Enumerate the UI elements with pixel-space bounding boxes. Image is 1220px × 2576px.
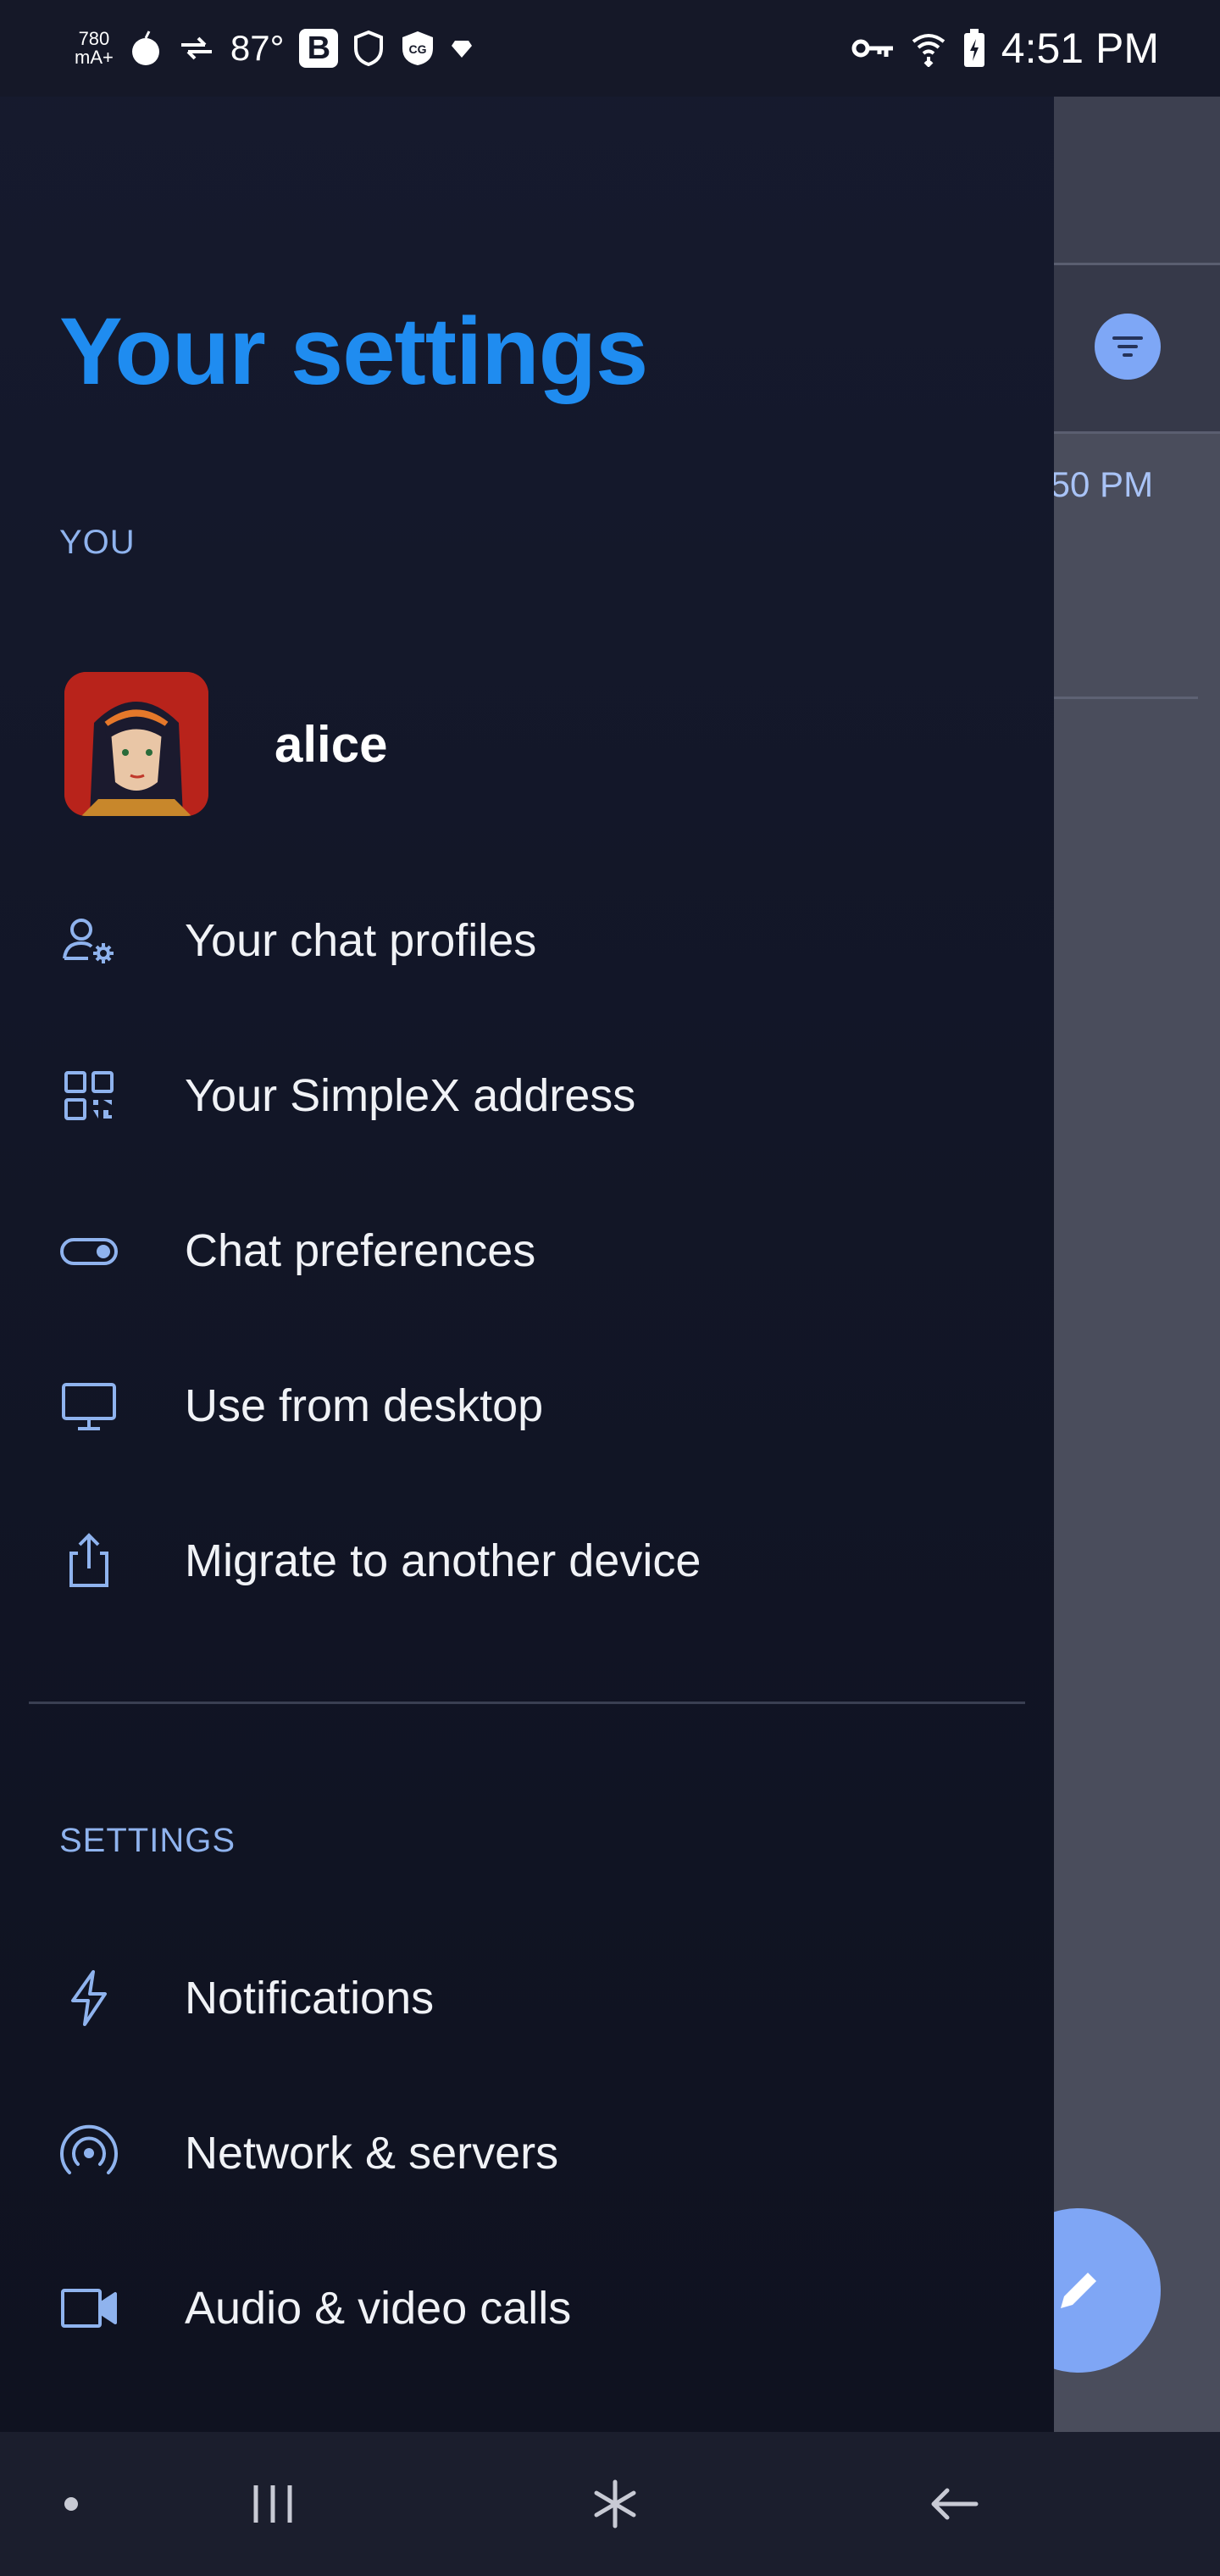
menu-item-label: Audio & video calls [185, 2283, 572, 2334]
svg-text:CG: CG [409, 42, 427, 56]
video-camera-icon [59, 2279, 119, 2338]
app-notification-icon [131, 31, 159, 65]
clock-text: 4:51 PM [1001, 25, 1159, 72]
nav-dot-button[interactable] [54, 2432, 88, 2576]
menu-item-label: Chat preferences [185, 1225, 536, 1276]
menu-item-use-from-desktop[interactable]: Use from desktop [59, 1355, 991, 1457]
recent-apps-icon [253, 2485, 292, 2523]
background-divider [1054, 431, 1220, 434]
menu-item-label: Network & servers [185, 2128, 559, 2179]
status-bar: 780 mA+ 87° B CG 4:51 PM [0, 0, 1220, 97]
back-button[interactable] [912, 2432, 996, 2576]
b-badge-icon: B [299, 29, 339, 68]
menu-item-simplex-address[interactable]: Your SimpleX address [59, 1045, 991, 1146]
background-top-bar [1054, 97, 1220, 263]
shield-icon [354, 30, 384, 67]
back-arrow-icon [931, 2488, 979, 2520]
menu-item-chat-profiles[interactable]: Your chat profiles [59, 890, 991, 991]
menu-item-label: Your SimpleX address [185, 1070, 636, 1121]
broadcast-icon [59, 2124, 119, 2183]
battery-icon [963, 29, 984, 67]
wifi-icon [912, 34, 946, 67]
section-divider [29, 1702, 1025, 1704]
menu-item-label: Use from desktop [185, 1380, 544, 1431]
bolt-icon [59, 1968, 119, 2028]
gem-icon [452, 41, 473, 58]
avatar [64, 672, 208, 816]
toggle-icon [59, 1221, 119, 1280]
recent-apps-button[interactable] [230, 2432, 315, 2576]
home-button[interactable] [573, 2432, 657, 2576]
menu-item-audio-video-calls[interactable]: Audio & video calls [59, 2257, 991, 2359]
cg-shield-icon: CG [402, 31, 434, 65]
current-indicator: 780 mA+ [75, 28, 114, 68]
menu-item-chat-preferences[interactable]: Chat preferences [59, 1200, 991, 1302]
menu-item-label: Notifications [185, 1973, 435, 2024]
vpn-key-icon [851, 39, 893, 58]
menu-item-label: Your chat profiles [185, 915, 537, 966]
menu-item-label: Migrate to another device [185, 1535, 702, 1586]
asterisk-icon [594, 2479, 636, 2529]
section-label-you: YOU [59, 524, 136, 561]
temperature-text: 87° [230, 28, 285, 68]
menu-item-notifications[interactable]: Notifications [59, 1947, 991, 2049]
profile-name: alice [274, 715, 388, 773]
page-title: Your settings [59, 298, 648, 404]
settings-drawer: Your settings YOU alice Your chat profil… [0, 0, 1054, 2432]
filter-button[interactable] [1095, 314, 1161, 380]
user-settings-icon [59, 911, 119, 970]
profile-row[interactable]: alice [64, 671, 387, 817]
menu-item-network-servers[interactable]: Network & servers [59, 2102, 991, 2204]
dot-icon [64, 2497, 78, 2511]
background-divider [1054, 697, 1198, 699]
data-transfer-icon [180, 36, 212, 60]
filter-icon [1112, 336, 1143, 357]
chat-timestamp: :50 PM [1040, 464, 1154, 504]
section-label-settings: SETTINGS [59, 1822, 236, 1859]
monitor-icon [59, 1376, 119, 1435]
pencil-icon [1061, 2273, 1096, 2308]
qr-code-icon [59, 1066, 119, 1125]
share-icon [59, 1531, 119, 1591]
menu-item-migrate-device[interactable]: Migrate to another device [59, 1510, 991, 1612]
navigation-bar [0, 2432, 1220, 2576]
